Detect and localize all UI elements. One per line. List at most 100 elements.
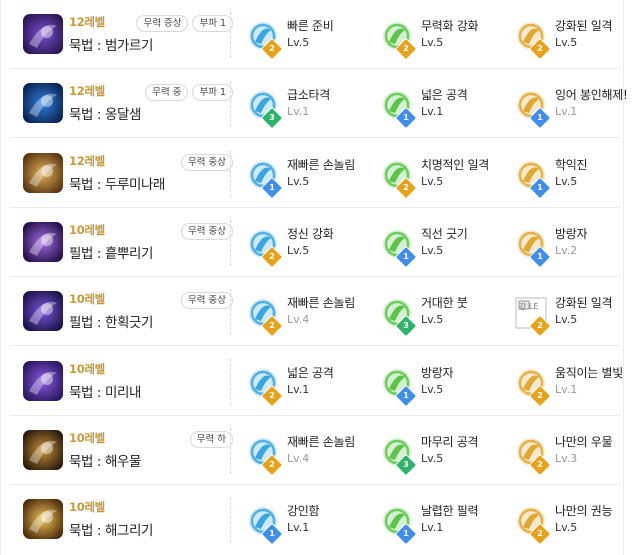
- skill-level: 10레벨: [69, 222, 105, 237]
- tripod-item[interactable]: 1 직선 긋기 Lv.5: [381, 222, 531, 269]
- tripod-item[interactable]: 1 방랑자 Lv.5: [381, 361, 531, 407]
- skill-name: 묵법 : 해그리기: [69, 523, 154, 540]
- skill-icon[interactable]: [23, 152, 63, 193]
- tripod-item[interactable]: 2 무력화 강화 Lv.5: [381, 14, 531, 61]
- tripod-item[interactable]: 2 재빠른 손놀림 Lv.4: [247, 430, 397, 477]
- skill-tags: 무력 하: [189, 430, 233, 448]
- tripod-level: Lv.5: [287, 243, 310, 257]
- tripod-level: Lv.1: [421, 105, 444, 119]
- row-divider: [230, 150, 231, 197]
- tripod-item[interactable]: 1 강인함 Lv.1: [247, 499, 397, 546]
- tripod-name: 강화된 일격: [555, 296, 613, 311]
- tier-number: 1: [403, 529, 409, 539]
- skill-row[interactable]: 12레벨 묵법 : 옹달샘 무력 중 부파 1 3 급소타격 Lv.1 1 넓은 공격 Lv.…: [0, 69, 633, 139]
- skill-row[interactable]: 10레벨 필법 : 한획긋기 무력 중상 2 재빠른 손놀림 Lv.4 3 거대한 붓 Lv…: [0, 277, 633, 347]
- skill-row[interactable]: 10레벨 묵법 : 미리내 2 넓은 공격 Lv.1 1 방랑자 Lv.5 2 움직이는 별…: [0, 347, 633, 416]
- skill-tags: 무력 중상: [181, 222, 233, 240]
- tier-number: 1: [403, 113, 409, 123]
- tripod-item[interactable]: 2 움직이는 별빛 Lv.1: [515, 361, 633, 407]
- row-divider: [230, 289, 231, 336]
- tripod-level: Lv.5: [421, 174, 444, 188]
- skill-name: 묵법 : 범가르기: [69, 38, 154, 54]
- tripod-name: 넓은 공격: [287, 365, 334, 380]
- skill-icon[interactable]: [23, 14, 63, 54]
- tripod-item[interactable]: 1 날렵한 필력 Lv.1: [381, 499, 531, 546]
- tripod-item[interactable]: 2 나만의 권능 Lv.5: [515, 499, 633, 546]
- tier-number: 2: [269, 390, 275, 400]
- tier-number: 2: [269, 251, 275, 261]
- tripod-level: Lv.5: [555, 174, 578, 188]
- tripod-item[interactable]: 2 치명적인 일격 Lv.5: [381, 153, 531, 199]
- tier-number: 1: [269, 182, 275, 192]
- tier-number: 1: [403, 390, 409, 400]
- tripod-level: Lv.3: [555, 451, 578, 465]
- skill-tag: 무력 중상: [181, 222, 233, 240]
- row-divider: [230, 358, 231, 405]
- skill-row[interactable]: 12레벨 묵법 : 두루미나래 무력 중상 1 재빠른 손놀림 Lv.5 2 치명적인 일…: [0, 139, 633, 208]
- tripod-name: 무력화 강화: [421, 19, 479, 33]
- tier-number: 2: [537, 459, 543, 469]
- tripod-item[interactable]: 2 재빠른 손놀림 Lv.4: [247, 291, 397, 338]
- tier-number: 2: [403, 44, 409, 53]
- tripod-name: 재빠른 손놀림: [287, 157, 355, 172]
- tripod-item[interactable]: 2 나만의 우물 Lv.3: [515, 430, 633, 477]
- skill-tag: 무력 중상: [181, 153, 233, 171]
- skill-row[interactable]: 10레벨 묵법 : 해그리기 1 강인함 Lv.1 1 날렵한 필력 Lv.1 2 나만의 …: [0, 485, 633, 554]
- skill-icon[interactable]: [23, 499, 63, 540]
- tier-number: 2: [537, 529, 543, 539]
- skill-row[interactable]: 10레벨 필법 : 흩뿌리기 무력 중상 2 정신 강화 Lv.5 1 직선 긋기 Lv.5…: [0, 208, 633, 277]
- tripod-item[interactable]: 1 넓은 공격 Lv.1: [381, 83, 531, 130]
- tripod-name: 학익진: [555, 157, 588, 172]
- tripod-item[interactable]: 3 급소타격 Lv.1: [247, 83, 397, 130]
- tier-number: 2: [537, 390, 543, 400]
- tripod-item[interactable]: 3 마무리 공격 Lv.5: [381, 430, 531, 477]
- skill-tag: 무력 하: [189, 430, 233, 448]
- tripod-name: 방랑자: [421, 365, 454, 380]
- skill-tag: 무력 중상: [181, 292, 233, 310]
- skill-level: 10레벨: [69, 361, 105, 376]
- skill-icon[interactable]: [23, 221, 63, 262]
- skill-icon[interactable]: [23, 291, 63, 332]
- row-divider: [230, 497, 231, 544]
- tripod-level: Lv.5: [555, 521, 578, 535]
- tier-number: 2: [269, 459, 275, 469]
- tripod-item[interactable]: 1 학익진 Lv.5: [515, 153, 633, 199]
- tripod-item[interactable]: 2 빠른 준비 Lv.5: [247, 14, 397, 61]
- skill-name: 묵법 : 옹달샘: [69, 107, 142, 124]
- tripod-name: 잉어 봉인해제!: [555, 88, 628, 103]
- tripod-item[interactable]: 2 정신 강화 Lv.5: [247, 222, 397, 269]
- skill-tags: 무력 중상: [181, 292, 233, 310]
- tripod-level: Lv.1: [287, 521, 310, 535]
- tripod-name: 직선 긋기: [421, 226, 468, 241]
- tripod-level: Lv.1: [421, 521, 444, 535]
- tier-number: 1: [269, 529, 275, 539]
- skill-tags: 무력 중 부파 1: [145, 84, 233, 102]
- tripod-level: Lv.1: [555, 382, 578, 396]
- tripod-item[interactable]: 강 LE 2 강화된 일격 Lv.5: [515, 291, 633, 338]
- skill-icon[interactable]: [23, 360, 63, 401]
- row-divider: [230, 219, 231, 266]
- skill-row[interactable]: 12레벨 묵법 : 범가르기 무력 증상 부파 1 2 빠른 준비 Lv.5 2 무력화 강…: [0, 0, 633, 69]
- tripod-name: 나만의 우물: [555, 434, 613, 449]
- skill-icon[interactable]: [23, 429, 63, 470]
- skill-icon[interactable]: [23, 83, 63, 124]
- skill-tags: 무력 증상 부파 1: [136, 15, 233, 32]
- row-divider: [230, 427, 231, 474]
- tier-number: 3: [403, 321, 409, 331]
- row-divider: [230, 12, 231, 58]
- skill-row[interactable]: 10레벨 묵법 : 해우물 무력 하 2 재빠른 손놀림 Lv.4 3 마무리 공격 Lv.…: [0, 416, 633, 485]
- tripod-name: 치명적인 일격: [421, 157, 489, 172]
- tripod-name: 재빠른 손놀림: [287, 434, 355, 449]
- row-divider: [230, 81, 231, 128]
- skill-name: 묵법 : 두루미나래: [69, 176, 166, 193]
- tripod-item[interactable]: 2 넓은 공격 Lv.1: [247, 361, 397, 407]
- tripod-item[interactable]: 1 방랑자 Lv.2: [515, 222, 633, 269]
- tripod-item[interactable]: 2 강화된 일격 Lv.5: [515, 14, 633, 61]
- skill-tag: 무력 증상: [136, 15, 189, 32]
- tripod-item[interactable]: 3 거대한 붓 Lv.5: [381, 291, 531, 338]
- tier-number: 3: [403, 459, 409, 469]
- tripod-level: Lv.5: [421, 451, 444, 465]
- tripod-item[interactable]: 1 재빠른 손놀림 Lv.5: [247, 153, 397, 199]
- tripod-name: 재빠른 손놀림: [287, 296, 355, 311]
- tripod-item[interactable]: 1 잉어 봉인해제! Lv.1: [515, 83, 633, 130]
